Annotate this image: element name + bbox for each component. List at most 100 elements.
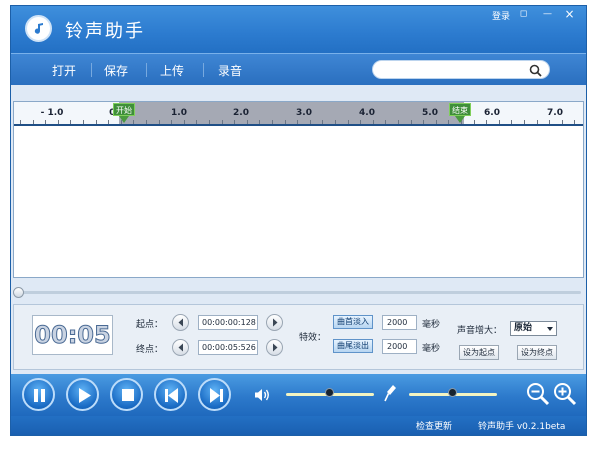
end-marker[interactable]: 结束	[449, 103, 471, 116]
ruler-tick	[398, 120, 399, 124]
ruler-tick	[259, 120, 260, 124]
ruler-tick	[348, 120, 349, 124]
tick-label: 6.0	[484, 108, 500, 118]
mic-slider-knob[interactable]	[448, 388, 457, 397]
menu-open[interactable]: 打开	[52, 62, 76, 79]
menu-save[interactable]: 保存	[104, 62, 128, 79]
speaker-icon[interactable]	[254, 388, 271, 402]
chevron-left-icon	[178, 343, 183, 352]
fade-out-ms-unit: 毫秒	[422, 344, 441, 354]
menu-upload[interactable]: 上传	[160, 62, 184, 79]
login-link[interactable]: 登录	[492, 9, 510, 22]
status-bar: 检查更新 铃声助手 v0.2.1beta	[11, 416, 586, 435]
start-time-field[interactable]: 00:00:00:128	[198, 315, 258, 330]
fade-in-ms-field[interactable]: 2000	[382, 315, 417, 330]
end-prev-button[interactable]	[172, 339, 189, 356]
search-box	[372, 60, 550, 79]
menu-record[interactable]: 录音	[218, 62, 242, 79]
app-logo-icon	[25, 15, 52, 42]
ruler-tick	[499, 120, 500, 124]
time-display: 00:05	[32, 315, 113, 355]
ruler-tick	[574, 120, 575, 124]
fade-out-ms-field[interactable]: 2000	[382, 339, 417, 354]
timeline-ruler[interactable]: - 1.0 0. 1.0 2.0 3.0 4.0 5.0 6.0 7.0 开始 …	[14, 102, 583, 126]
minimize-icon[interactable]: —	[541, 9, 554, 20]
previous-button[interactable]	[154, 378, 187, 411]
fade-out-button[interactable]: 曲尾淡出	[333, 339, 373, 353]
ruler-tick	[549, 120, 550, 124]
volume-boost-value: 原始	[514, 323, 533, 333]
end-time-field[interactable]: 00:00:05:526	[198, 340, 258, 355]
edit-controls-panel: 00:05 起点： 00:00:00:128 终点： 00:00:05:526 …	[13, 304, 584, 370]
menu-divider	[91, 63, 92, 77]
end-next-button[interactable]	[266, 339, 283, 356]
ruler-tick	[108, 120, 109, 124]
ruler-tick	[171, 120, 172, 124]
chevron-left-icon	[178, 318, 183, 327]
start-next-button[interactable]	[266, 314, 283, 331]
fade-in-ms-unit: 毫秒	[422, 320, 441, 330]
ruler-tick	[322, 120, 323, 124]
end-point-label: 终点：	[136, 345, 164, 355]
horizontal-scrollbar[interactable]	[13, 287, 584, 298]
ruler-tick	[96, 120, 97, 124]
set-end-button[interactable]: 设为终点	[517, 345, 557, 360]
ruler-tick	[234, 120, 235, 124]
ruler-tick	[146, 120, 147, 124]
start-marker[interactable]: 开始	[113, 103, 135, 116]
tick-label: 3.0	[296, 108, 312, 118]
end-marker-pointer	[455, 116, 465, 123]
title-bar: 铃声助手 登录 ◻ — ×	[11, 6, 586, 53]
zoom-out-icon[interactable]	[526, 382, 550, 408]
scrollbar-track[interactable]	[21, 291, 581, 294]
effect-label: 特效：	[299, 333, 327, 343]
start-marker-pointer	[119, 116, 129, 123]
start-prev-button[interactable]	[172, 314, 189, 331]
search-icon[interactable]	[529, 64, 542, 77]
tick-label: - 1.0	[40, 108, 64, 118]
app-window: 铃声助手 登录 ◻ — × 打开 保存 上传 录音 - 1.0 0. 1.0 2…	[10, 5, 587, 436]
ruler-tick	[373, 120, 374, 124]
ruler-tick	[411, 120, 412, 124]
ruler-tick	[423, 120, 424, 124]
play-button[interactable]	[66, 378, 99, 411]
play-icon	[79, 388, 91, 403]
pause-button[interactable]	[22, 378, 55, 411]
next-button[interactable]	[198, 378, 231, 411]
check-update-link[interactable]: 检查更新	[416, 419, 452, 432]
ruler-tick	[196, 120, 197, 124]
version-label: 铃声助手 v0.2.1beta	[478, 422, 566, 432]
ruler-tick	[159, 120, 160, 124]
stop-button[interactable]	[110, 378, 143, 411]
ruler-tick	[537, 120, 538, 124]
restore-icon[interactable]: ◻	[517, 9, 530, 20]
fade-in-button[interactable]: 曲首淡入	[333, 315, 373, 329]
ruler-tick	[562, 120, 563, 124]
app-title: 铃声助手	[65, 21, 145, 42]
ruler-tick	[285, 120, 286, 124]
tick-label: 1.0	[171, 108, 187, 118]
ruler-tick	[83, 120, 84, 124]
search-input[interactable]	[381, 63, 521, 77]
waveform-panel[interactable]: - 1.0 0. 1.0 2.0 3.0 4.0 5.0 6.0 7.0 开始 …	[13, 101, 584, 278]
skip-forward-icon	[210, 388, 223, 403]
tick-label: 2.0	[233, 108, 249, 118]
ruler-tick	[448, 120, 449, 124]
set-start-button[interactable]: 设为起点	[459, 345, 499, 360]
menu-divider	[203, 63, 204, 77]
ruler-tick	[297, 120, 298, 124]
close-icon[interactable]: ×	[563, 8, 576, 20]
scrollbar-thumb[interactable]	[13, 287, 24, 298]
volume-boost-select[interactable]: 原始	[510, 321, 557, 336]
start-point-label: 起点：	[136, 320, 164, 330]
playback-bar	[11, 374, 586, 416]
ruler-tick	[247, 120, 248, 124]
ruler-tick	[209, 120, 210, 124]
ruler-tick	[360, 120, 361, 124]
ruler-tick	[33, 120, 34, 124]
volume-slider-knob[interactable]	[325, 388, 334, 397]
zoom-in-icon[interactable]	[553, 382, 577, 408]
ruler-tick	[133, 120, 134, 124]
chevron-right-icon	[273, 318, 278, 327]
ruler-tick	[184, 120, 185, 124]
